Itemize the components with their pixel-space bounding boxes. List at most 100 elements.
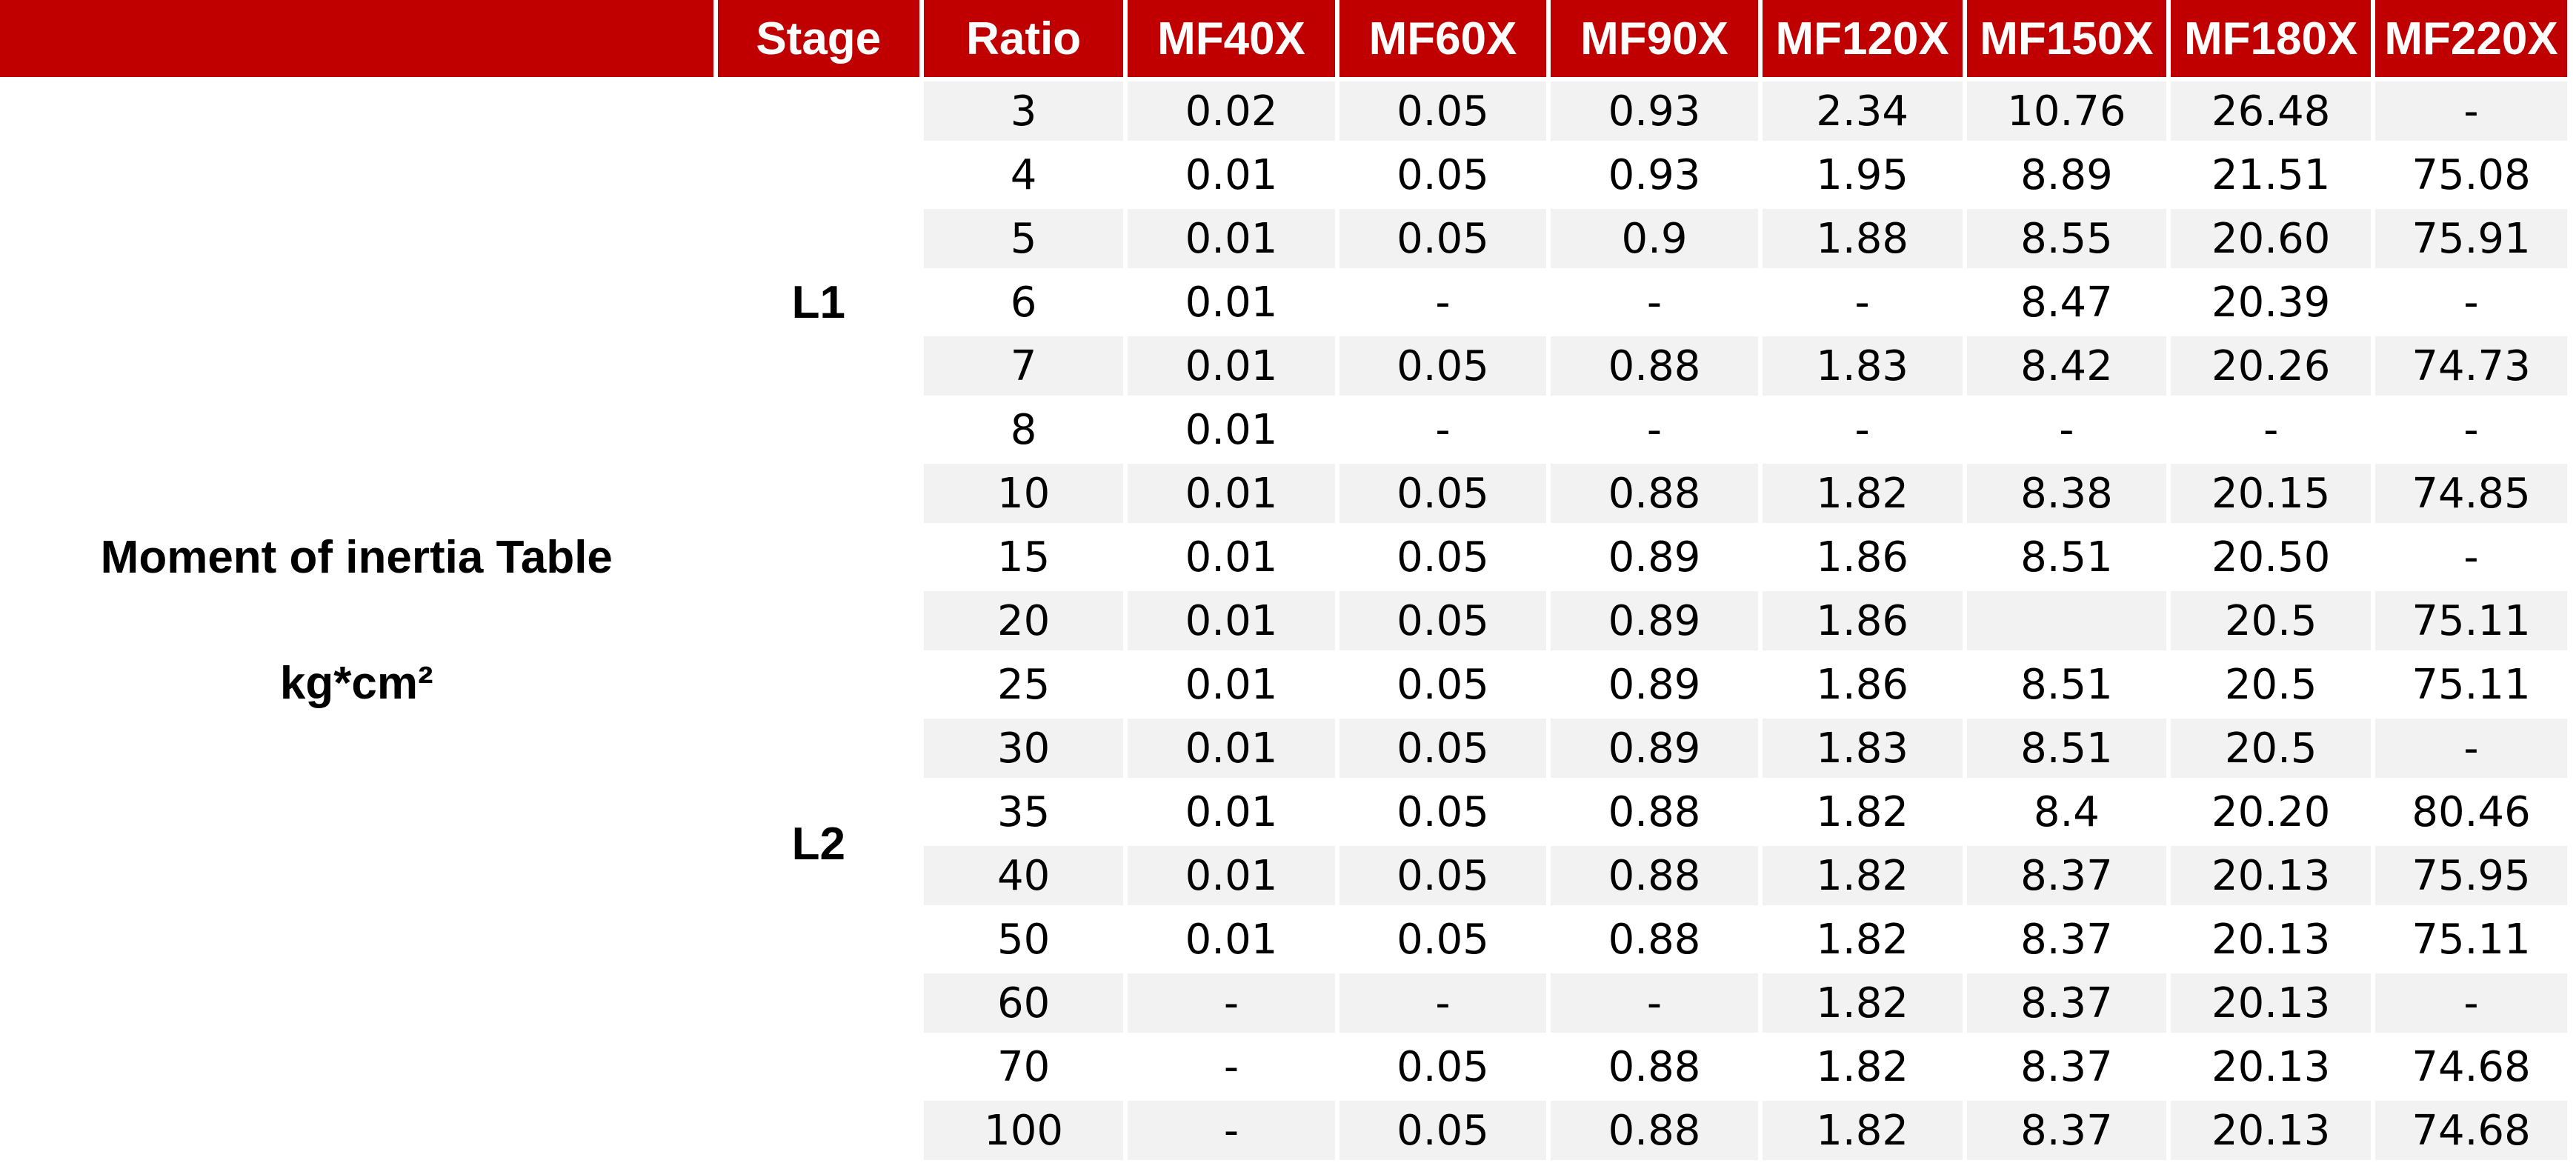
value-cell: 10.76 [1966, 81, 2167, 141]
value-cell: 74.68 [2375, 1101, 2567, 1160]
ratio-cell: 8 [923, 400, 1124, 459]
value-cell: 1.83 [1762, 336, 1963, 396]
value-cell: 0.93 [1551, 145, 1758, 204]
value-cell: 0.88 [1551, 910, 1758, 969]
value-cell: - [1551, 973, 1758, 1033]
value-cell: 20.5 [2171, 655, 2372, 714]
value-cell: 1.82 [1762, 1101, 1963, 1160]
value-cell: 8.51 [1966, 527, 2167, 587]
value-cell: - [2375, 400, 2567, 459]
header-ratio: Ratio [923, 0, 1124, 77]
header-row: Stage Ratio MF40X MF60X MF90X MF120X MF1… [0, 0, 2567, 77]
value-cell: 8.37 [1966, 910, 2167, 969]
value-cell: 0.88 [1551, 336, 1758, 396]
value-cell: 0.05 [1339, 910, 1547, 969]
value-cell: 8.38 [1966, 464, 2167, 523]
ratio-cell: 5 [923, 209, 1124, 268]
value-cell: 20.20 [2171, 782, 2372, 842]
value-cell: 20.13 [2171, 846, 2372, 905]
value-cell: 0.93 [1551, 81, 1758, 141]
value-cell: 8.37 [1966, 846, 2167, 905]
value-cell: - [2375, 973, 2567, 1033]
value-cell: - [1128, 1037, 1335, 1096]
value-cell: 1.82 [1762, 464, 1963, 523]
value-cell: 75.11 [2375, 910, 2567, 969]
moment-of-inertia-table: Stage Ratio MF40X MF60X MF90X MF120X MF1… [0, 0, 2572, 1165]
value-cell: 20.15 [2171, 464, 2372, 523]
value-cell: 0.88 [1551, 782, 1758, 842]
header-model: MF60X [1339, 0, 1547, 77]
value-cell: - [1551, 400, 1758, 459]
table-unit: kg*cm² [279, 658, 433, 709]
value-cell: 0.89 [1551, 719, 1758, 778]
value-cell: 0.05 [1339, 1037, 1547, 1096]
stage-cell: L2 [717, 527, 919, 1160]
value-cell: - [1762, 273, 1963, 332]
value-cell: 75.11 [2375, 655, 2567, 714]
value-cell: 1.83 [1762, 719, 1963, 778]
value-cell: 0.89 [1551, 655, 1758, 714]
value-cell: - [2375, 719, 2567, 778]
value-cell: 0.05 [1339, 719, 1547, 778]
value-cell: 75.08 [2375, 145, 2567, 204]
ratio-cell: 3 [923, 81, 1124, 141]
ratio-cell: 4 [923, 145, 1124, 204]
ratio-cell: 35 [923, 782, 1124, 842]
value-cell: 8.89 [1966, 145, 2167, 204]
ratio-cell: 7 [923, 336, 1124, 396]
value-cell: 80.46 [2375, 782, 2567, 842]
value-cell: 0.88 [1551, 1037, 1758, 1096]
value-cell: 8.42 [1966, 336, 2167, 396]
value-cell: 0.05 [1339, 846, 1547, 905]
value-cell: 0.05 [1339, 591, 1547, 650]
value-cell: 20.13 [2171, 1037, 2372, 1096]
value-cell: 1.86 [1762, 527, 1963, 587]
value-cell: 0.01 [1128, 910, 1335, 969]
value-cell: 0.01 [1128, 591, 1335, 650]
table-label-cell: Moment of inertia Table kg*cm² [0, 81, 713, 1160]
header-model: MF40X [1128, 0, 1335, 77]
ratio-cell: 15 [923, 527, 1124, 587]
value-cell: - [1339, 973, 1547, 1033]
value-cell: 74.73 [2375, 336, 2567, 396]
value-cell: 8.47 [1966, 273, 2167, 332]
ratio-cell: 20 [923, 591, 1124, 650]
value-cell: 26.48 [2171, 81, 2372, 141]
value-cell: 0.89 [1551, 591, 1758, 650]
header-model: MF90X [1551, 0, 1758, 77]
header-model: MF220X [2375, 0, 2567, 77]
header-model: MF150X [1966, 0, 2167, 77]
value-cell: 20.13 [2171, 910, 2372, 969]
ratio-cell: 25 [923, 655, 1124, 714]
value-cell: 8.55 [1966, 209, 2167, 268]
value-cell: - [1551, 273, 1758, 332]
value-cell: 74.85 [2375, 464, 2567, 523]
value-cell: 0.01 [1128, 400, 1335, 459]
value-cell: 0.01 [1128, 145, 1335, 204]
value-cell: 0.88 [1551, 464, 1758, 523]
value-cell: 0.01 [1128, 655, 1335, 714]
value-cell: - [1339, 400, 1547, 459]
value-cell: 0.05 [1339, 209, 1547, 268]
value-cell: - [1128, 973, 1335, 1033]
value-cell: 0.01 [1128, 527, 1335, 587]
header-blank-cell [0, 0, 713, 77]
table-body: Moment of inertia Table kg*cm² L1 3 0.02 0.… [0, 81, 2567, 1160]
ratio-cell: 100 [923, 1101, 1124, 1160]
value-cell: 0.05 [1339, 782, 1547, 842]
value-cell: - [1966, 400, 2167, 459]
header-stage: Stage [717, 0, 919, 77]
value-cell: 2.34 [1762, 81, 1963, 141]
value-cell: 0.05 [1339, 1101, 1547, 1160]
value-cell: 0.01 [1128, 209, 1335, 268]
value-cell: 8.51 [1966, 655, 2167, 714]
value-cell: 0.01 [1128, 846, 1335, 905]
value-cell: 20.39 [2171, 273, 2372, 332]
value-cell: 20.60 [2171, 209, 2372, 268]
value-cell: 20.13 [2171, 973, 2372, 1033]
value-cell: 20.50 [2171, 527, 2372, 587]
value-cell: 20.5 [2171, 591, 2372, 650]
ratio-cell: 60 [923, 973, 1124, 1033]
value-cell: 0.05 [1339, 655, 1547, 714]
value-cell: 0.01 [1128, 464, 1335, 523]
